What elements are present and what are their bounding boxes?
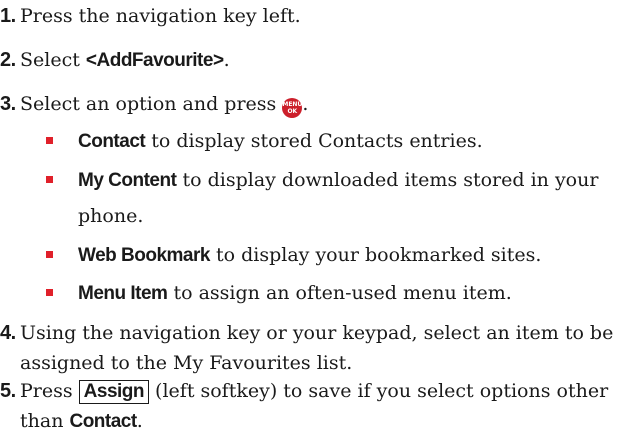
option-label: Web Bookmark bbox=[78, 245, 210, 266]
option-description: to display downloaded items stored in yo… bbox=[176, 169, 599, 191]
step-text-prefix: than bbox=[20, 410, 70, 432]
option-text: Web Bookmark to display your bookmarked … bbox=[78, 238, 541, 273]
option-description: to display your bookmarked sites. bbox=[209, 244, 542, 266]
step-text-line-2: than Contact. bbox=[20, 407, 632, 436]
menu-ok-key-bottom-label: OK bbox=[287, 108, 298, 115]
option-text: My Content to display downloaded items s… bbox=[78, 163, 598, 198]
option-description-continued: phone. bbox=[78, 205, 144, 227]
bullet-square-icon bbox=[46, 176, 53, 183]
option-description: to display stored Contacts entries. bbox=[145, 130, 483, 152]
step-text: Select <AddFavourite>. bbox=[20, 46, 632, 75]
step-text-line-1: Press Assign (left softkey) to save if y… bbox=[20, 377, 632, 406]
step-text-rest: (left softkey) to save if you select opt… bbox=[149, 380, 609, 402]
step-number: 5. bbox=[0, 380, 16, 402]
bullet-square-icon bbox=[46, 251, 53, 258]
option-label: My Content bbox=[78, 170, 177, 191]
step-text: Press the navigation key left. bbox=[20, 5, 301, 27]
option-description: to assign an often-used menu item. bbox=[167, 282, 512, 304]
menu-ok-key-icon: MENU OK bbox=[282, 98, 303, 118]
option-label: Contact bbox=[78, 131, 146, 152]
step-number: 1. bbox=[0, 5, 16, 27]
step-text-suffix: . bbox=[302, 93, 309, 115]
contact-option-reference: Contact bbox=[69, 411, 137, 432]
add-favourite-option: <AddFavourite> bbox=[85, 50, 224, 71]
bullet-square-icon bbox=[46, 289, 53, 296]
step-text-main: Select an option and press bbox=[20, 93, 283, 115]
step-text: Select an option and press MENU OK. bbox=[20, 90, 632, 119]
step-text-suffix: . bbox=[223, 49, 230, 71]
option-label: Menu Item bbox=[78, 283, 168, 304]
step-number: 3. bbox=[0, 93, 16, 115]
option-text: Menu Item to assign an often-used menu i… bbox=[78, 276, 512, 311]
step-number: 2. bbox=[0, 49, 16, 71]
step-text-suffix: . bbox=[136, 410, 143, 432]
menu-ok-key-top-label: MENU bbox=[282, 101, 303, 108]
assign-softkey: Assign bbox=[78, 380, 150, 404]
step-text-prefix: Select bbox=[20, 49, 86, 71]
step-text-line-2: assigned to the My Favourites list. bbox=[20, 352, 353, 374]
step-text-line-1: Using the navigation key or your keypad,… bbox=[20, 322, 614, 344]
bullet-square-icon bbox=[46, 137, 53, 144]
step-text-prefix: Press bbox=[20, 380, 79, 402]
step-number: 4. bbox=[0, 322, 16, 344]
option-text: Contact to display stored Contacts entri… bbox=[78, 124, 483, 159]
